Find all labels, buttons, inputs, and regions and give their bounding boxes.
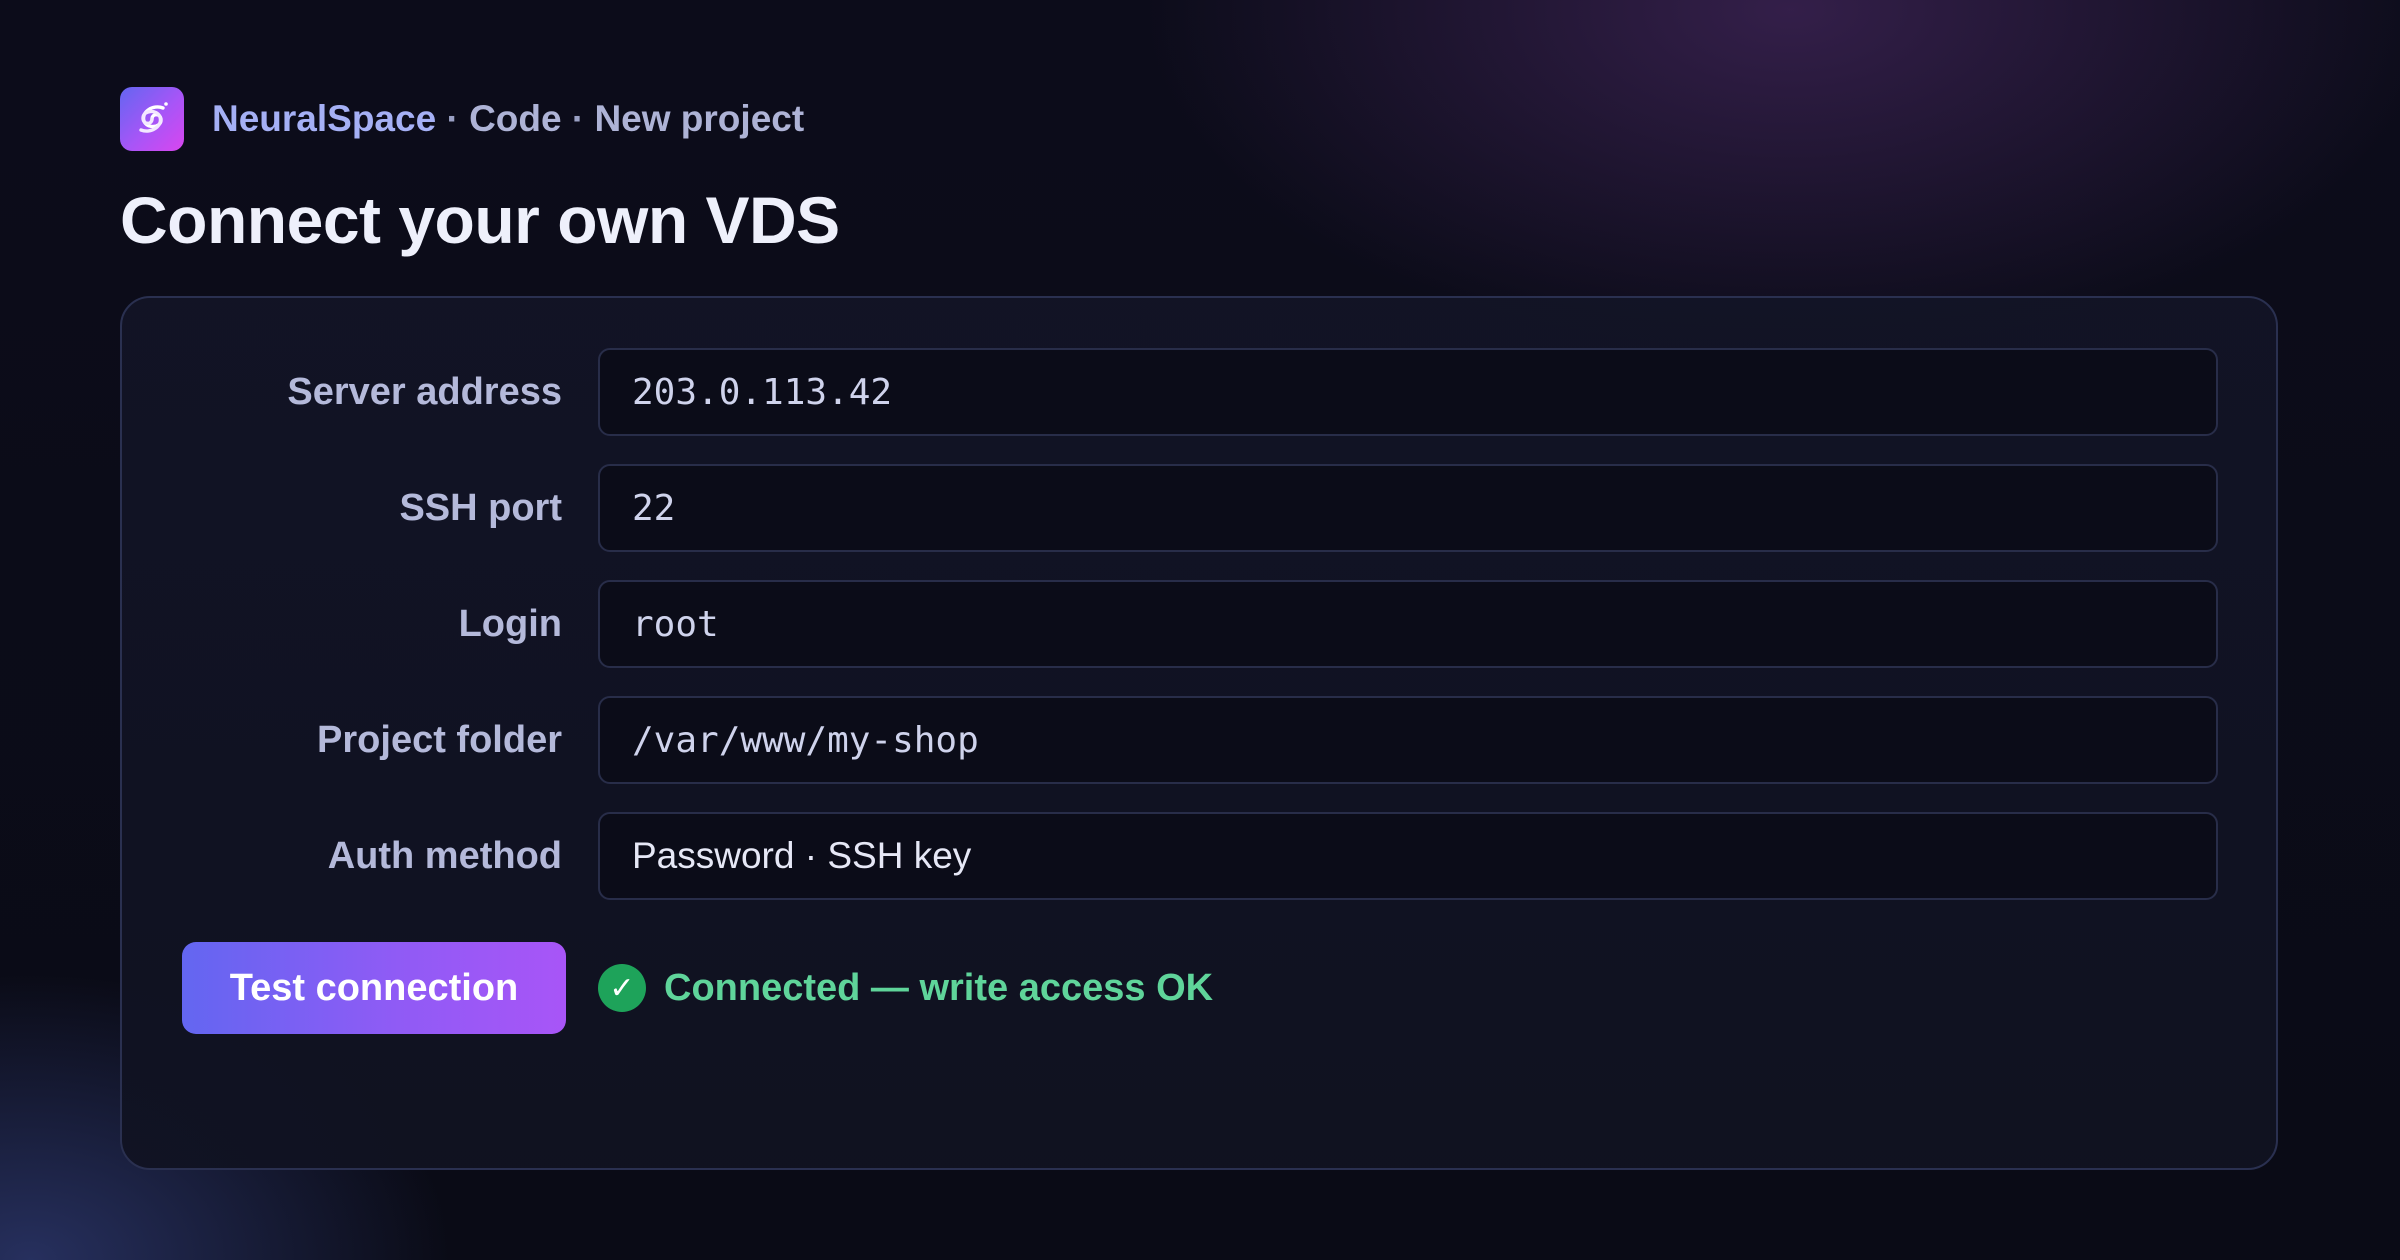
check-circle-icon: ✓: [598, 964, 646, 1012]
breadcrumb-separator: ·: [436, 98, 470, 139]
form-row-login: Login: [122, 580, 2276, 668]
breadcrumb-section[interactable]: Code: [469, 98, 562, 139]
page-title: Connect your own VDS: [120, 183, 840, 257]
form-row-server-address: Server address: [122, 348, 2276, 436]
auth-method-label: Auth method: [327, 835, 562, 877]
form-row-auth-method: Auth method Password · SSH key: [122, 812, 2276, 900]
spiral-galaxy-icon[interactable]: [120, 87, 184, 151]
connection-status: ✓ Connected — write access OK: [598, 942, 1213, 1034]
test-connection-button[interactable]: Test connection: [182, 942, 566, 1034]
breadcrumb-brand[interactable]: NeuralSpace: [212, 98, 436, 139]
server-address-input[interactable]: [598, 348, 2218, 436]
breadcrumb: NeuralSpace · Code · New project: [212, 98, 804, 140]
form-row-project-folder: Project folder: [122, 696, 2276, 784]
login-label: Login: [458, 603, 562, 645]
app-header: NeuralSpace · Code · New project: [120, 87, 804, 151]
connection-status-text: Connected — write access OK: [664, 966, 1214, 1009]
ssh-port-input[interactable]: [598, 464, 2218, 552]
ssh-port-label: SSH port: [399, 487, 562, 529]
vds-connection-form: Server address SSH port Login Project fo…: [120, 296, 2278, 1170]
server-address-label: Server address: [287, 371, 562, 413]
login-input[interactable]: [598, 580, 2218, 668]
project-folder-input[interactable]: [598, 696, 2218, 784]
breadcrumb-separator: ·: [561, 98, 595, 139]
form-row-ssh-port: SSH port: [122, 464, 2276, 552]
auth-method-selector[interactable]: Password · SSH key: [598, 812, 2218, 900]
project-folder-label: Project folder: [317, 719, 562, 761]
breadcrumb-current-page: New project: [594, 98, 805, 139]
logo-spiral-graphic: [139, 102, 168, 133]
